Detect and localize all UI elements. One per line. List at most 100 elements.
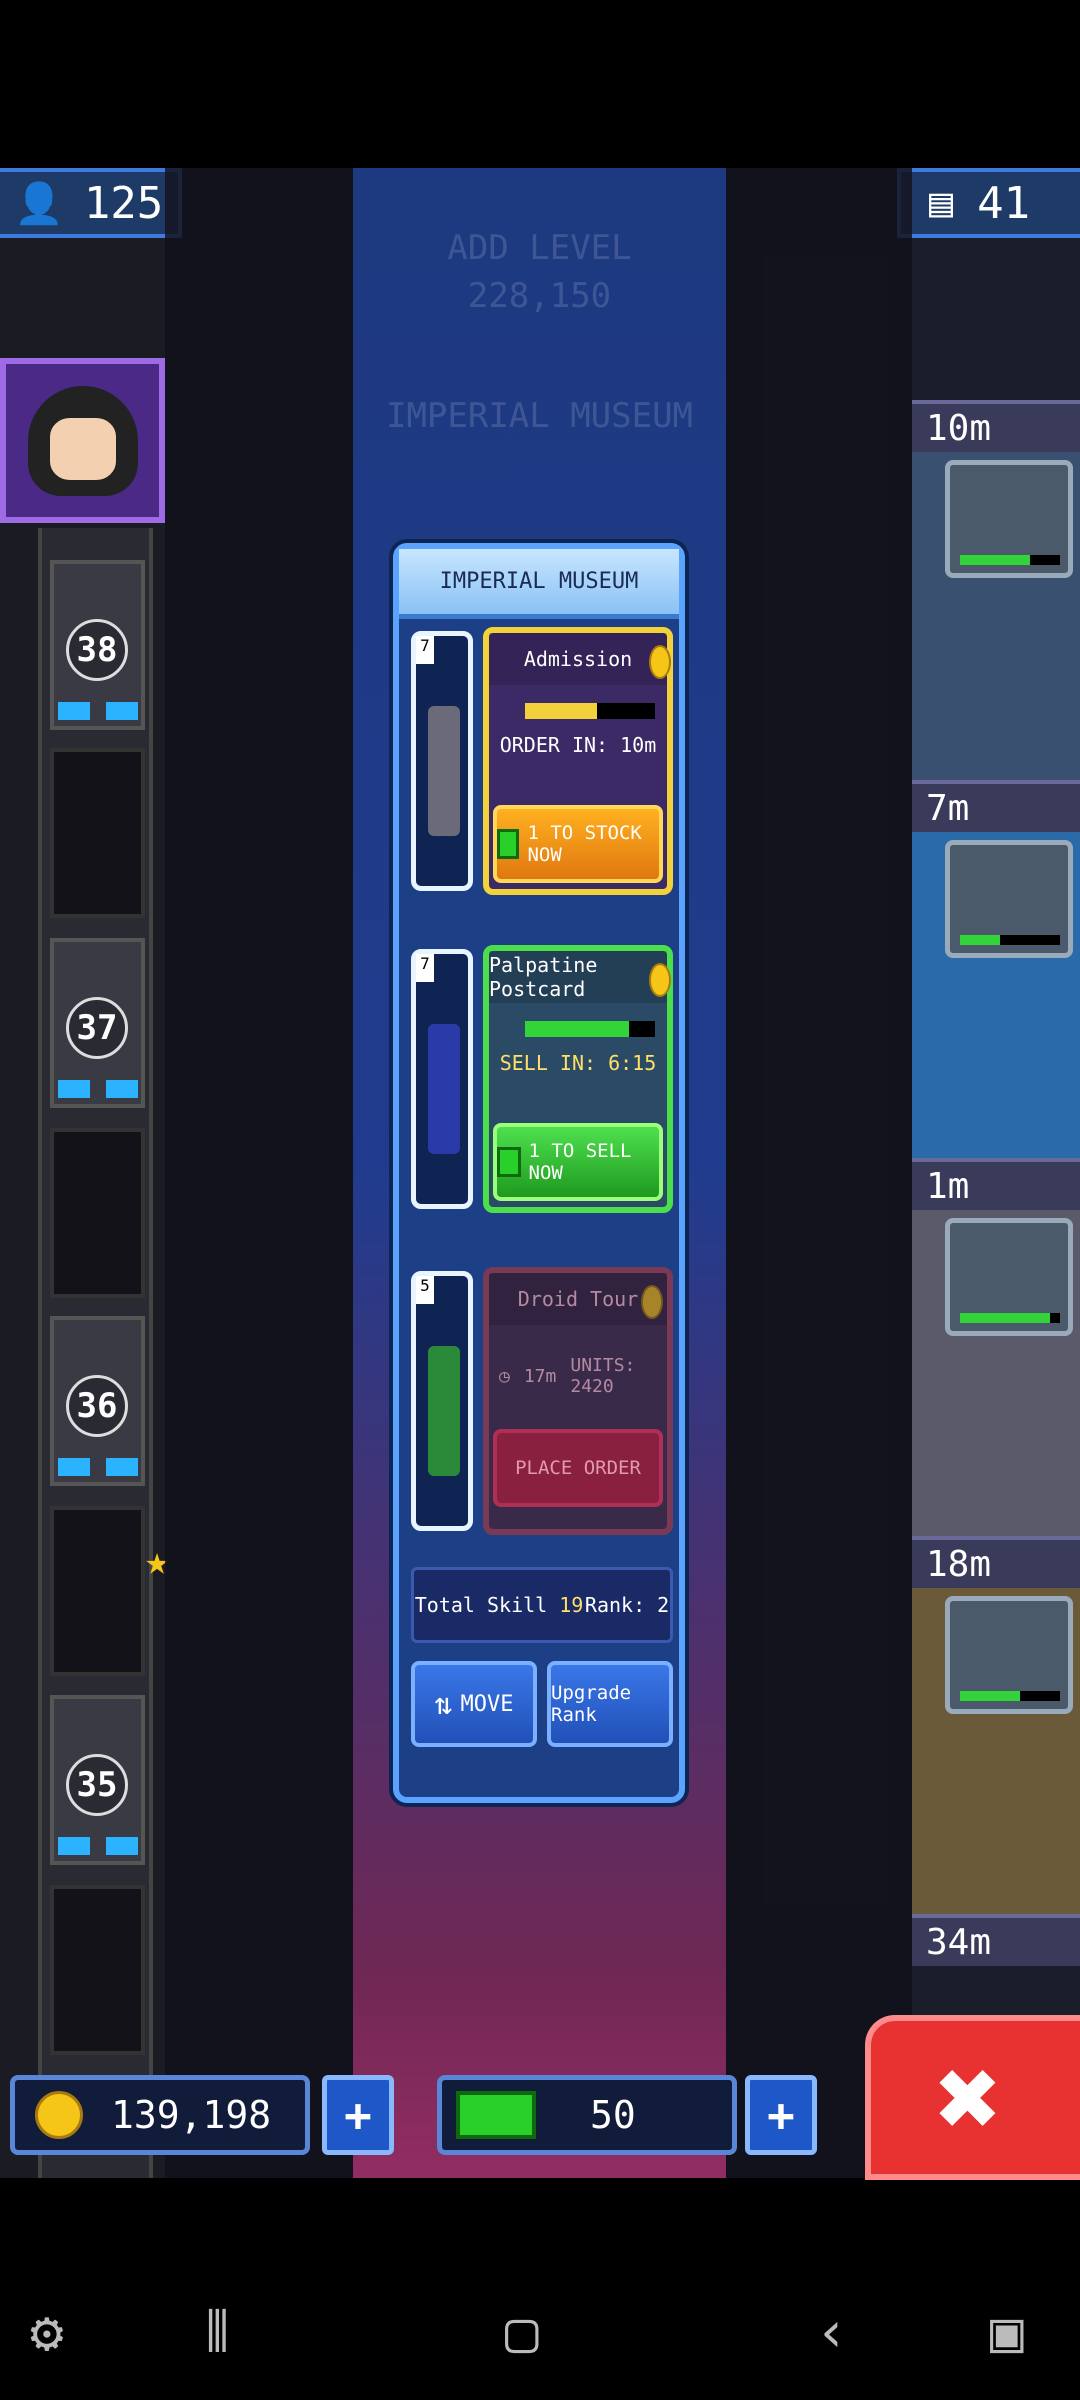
home-icon[interactable]: ▢ <box>505 2300 539 2365</box>
stock-slot-admission[interactable]: Admission ORDER IN: 10m 1 TO STOCK NOW <box>483 627 673 895</box>
modal-title: IMPERIAL MUSEUM <box>399 549 679 619</box>
elevator-floor-35[interactable]: 35 <box>50 1695 145 1865</box>
close-icon: ✖ <box>936 2033 1003 2162</box>
coin-icon <box>35 2091 83 2139</box>
stock-item-card[interactable] <box>945 460 1073 578</box>
clock-icon: ◷ <box>499 1365 510 1387</box>
system-nav-bar <box>0 2180 1080 2400</box>
floor-timer: 34m <box>912 1914 1080 1966</box>
place-order-button[interactable]: PLACE ORDER <box>493 1429 663 1507</box>
floor-number: 36 <box>66 1375 128 1437</box>
floor-number: 38 <box>66 619 128 681</box>
stock-now-label: 1 TO STOCK NOW <box>527 822 642 866</box>
coin-icon <box>649 963 671 997</box>
elevator-floor-empty <box>50 1885 145 2055</box>
order-time: 17m <box>523 1365 557 1387</box>
person-icon: 👤 <box>14 180 64 227</box>
currency-bar: 139,198 + 50 + ✖ <box>0 2015 1080 2180</box>
elevator-floor-empty <box>50 1506 145 1676</box>
total-skill-label: Total Skill <box>414 1593 548 1617</box>
worker-level: 7 <box>416 954 434 982</box>
elevator-arrows <box>58 1837 138 1855</box>
bux-icon <box>497 1147 521 1177</box>
total-skill-value: 19 <box>559 1593 584 1617</box>
screenshot-icon[interactable]: ▣ <box>990 2300 1024 2365</box>
elevator-arrows <box>58 702 138 720</box>
move-label: MOVE <box>460 1691 514 1717</box>
stock-item-card[interactable] <box>945 840 1073 958</box>
floor-number: 37 <box>66 997 128 1059</box>
worker-sprite <box>428 706 460 836</box>
back-icon[interactable]: ‹ <box>815 2300 849 2365</box>
upgrade-rank-button[interactable]: Upgrade Rank <box>547 1661 673 1747</box>
floor-stats: Total Skill 19 Rank: 2 <box>411 1567 673 1643</box>
floor-number: 35 <box>66 1754 128 1816</box>
recent-apps-icon[interactable]: ⦀ <box>205 2300 230 2366</box>
add-level-cost: 228,150 <box>467 276 612 316</box>
buy-bux-button[interactable]: + <box>745 2075 817 2155</box>
elevator-floor-36[interactable]: 36 <box>50 1316 145 1486</box>
bux-display: 50 <box>437 2075 737 2155</box>
worker-sprite <box>428 1024 460 1154</box>
sell-now-label: 1 TO SELL NOW <box>528 1140 632 1184</box>
worker-portrait[interactable]: 7 <box>411 631 473 891</box>
floor-timer: 18m <box>912 1536 1080 1588</box>
game-view[interactable]: 38 37 36 35 ★ 👤 125 ▤ 41 10m 7m 1m 18m 3… <box>0 168 1080 2178</box>
worker-portrait[interactable]: 5 <box>411 1271 473 1531</box>
floor-timer: 7m <box>912 780 1080 832</box>
floor-timer: 10m <box>912 400 1080 452</box>
game-launcher-icon[interactable]: ⚙ <box>30 2300 64 2365</box>
stock-slot-postcard[interactable]: Palpatine Postcard SELL IN: 6:15 1 TO SE… <box>483 945 673 1213</box>
add-level-label: ADD LEVEL <box>447 228 632 268</box>
population-count: 125 <box>83 177 164 229</box>
elevator-arrows <box>58 1458 138 1476</box>
stock-item-card[interactable] <box>945 1218 1073 1336</box>
close-button[interactable]: ✖ <box>865 2015 1080 2180</box>
move-button[interactable]: ⇅ MOVE <box>411 1661 537 1747</box>
elevator-floor-empty <box>50 1128 145 1298</box>
worker-sprite <box>428 1346 460 1476</box>
buy-coins-button[interactable]: + <box>322 2075 394 2155</box>
sell-now-button[interactable]: 1 TO SELL NOW <box>493 1123 663 1201</box>
coins-display: 139,198 <box>10 2075 310 2155</box>
coin-stack-icon <box>641 1285 663 1319</box>
coins-amount: 139,198 <box>111 2093 272 2137</box>
elevator-arrows <box>58 1080 138 1098</box>
rank-value: 2 <box>657 1593 670 1617</box>
elevator-floor-38[interactable]: 38 <box>50 560 145 730</box>
vip-avatar[interactable] <box>0 358 165 523</box>
order-units: UNITS: 2420 <box>570 1355 636 1397</box>
coin-icon <box>649 645 671 679</box>
slot-name: Droid Tour <box>517 1287 639 1311</box>
place-order-label: PLACE ORDER <box>515 1457 641 1479</box>
stock-progress <box>525 703 655 719</box>
rank-label: Rank: <box>584 1593 646 1617</box>
floor-detail-modal: IMPERIAL MUSEUM 7 Admission ORDER IN: 10… <box>393 543 685 1803</box>
status-bar-area <box>0 0 1080 170</box>
elevator-floor-37[interactable]: 37 <box>50 938 145 1108</box>
elevator-floor-empty <box>50 748 145 918</box>
floor-timer: 1m <box>912 1158 1080 1210</box>
stock-item-card[interactable] <box>945 1596 1073 1714</box>
bux-icon <box>456 2091 536 2139</box>
bux-amount: 50 <box>590 2093 636 2137</box>
population-badge[interactable]: 👤 125 <box>0 168 182 238</box>
worker-level: 5 <box>416 1276 434 1304</box>
slot-status: SELL IN: 6:15 <box>499 1051 657 1075</box>
bux-icon <box>497 829 520 859</box>
worker-level: 7 <box>416 636 434 664</box>
worker-portrait[interactable]: 7 <box>411 949 473 1209</box>
slot-status: ORDER IN: 10m <box>499 733 657 757</box>
slot-name: Admission <box>523 647 633 671</box>
building-icon: ▤ <box>929 180 954 226</box>
slot-name: Palpatine Postcard <box>489 953 598 1001</box>
floor-name-ghost: IMPERIAL MUSEUM <box>385 396 694 436</box>
floors-badge[interactable]: ▤ 41 <box>897 168 1080 238</box>
order-info: ◷ 17m UNITS: 2420 <box>499 1355 669 1397</box>
slot-name-row: Palpatine Postcard <box>489 951 667 1003</box>
move-arrows-icon: ⇅ <box>434 1686 453 1722</box>
slot-name-row: Admission <box>489 633 667 685</box>
stock-slot-droid-tour[interactable]: Droid Tour ◷ 17m UNITS: 2420 PLACE ORDER <box>483 1267 673 1535</box>
hooded-character-icon <box>27 385 138 496</box>
stock-now-button[interactable]: 1 TO STOCK NOW <box>493 805 663 883</box>
